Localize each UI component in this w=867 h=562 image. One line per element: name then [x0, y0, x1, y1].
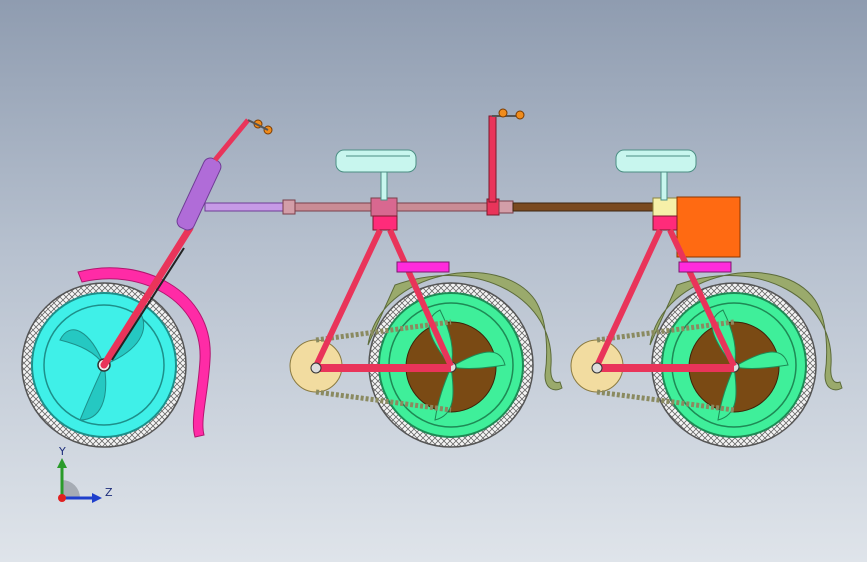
origin-point [58, 494, 66, 502]
rear-wheel [649, 272, 843, 448]
bicycle-model[interactable] [0, 0, 867, 562]
y-axis-arrow [57, 458, 67, 468]
steering-stem [213, 118, 250, 162]
coordinate-triad: Y Z [57, 445, 113, 503]
seat-1 [335, 149, 417, 201]
seat-post-clamp-1 [370, 197, 398, 217]
cad-viewport[interactable]: Y Z [0, 0, 867, 562]
rear-handlebar [488, 108, 525, 203]
seat-2 [615, 149, 697, 201]
z-axis-arrow [92, 493, 102, 503]
middle-wheel [367, 272, 563, 448]
z-axis-label: Z [105, 486, 113, 499]
motor-box [676, 196, 741, 258]
y-axis-label: Y [58, 445, 66, 458]
head-tube [176, 157, 222, 231]
front-fork [100, 118, 273, 369]
seat-post-clamp-2 [652, 197, 678, 217]
top-tube [204, 197, 678, 217]
